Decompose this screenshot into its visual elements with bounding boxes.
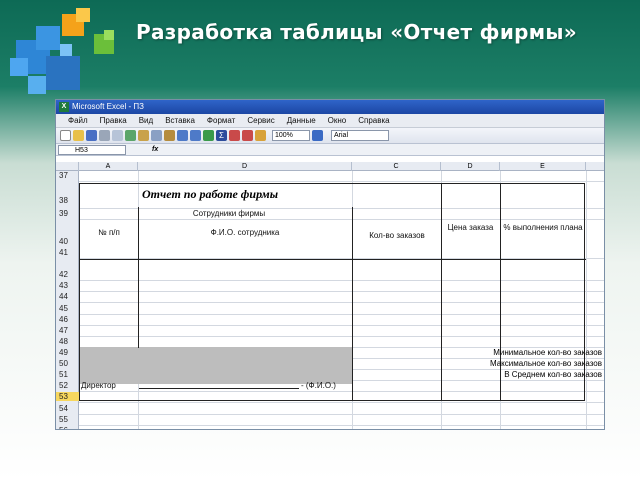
director-label: Директор	[81, 381, 116, 390]
menu-window[interactable]: Окно	[322, 114, 353, 127]
signature-label: - (Ф.И.О.)	[301, 381, 336, 390]
menu-file[interactable]: Файл	[62, 114, 94, 127]
col-header-a[interactable]: A	[79, 162, 138, 171]
row-header-45[interactable]: 45	[59, 304, 68, 313]
row-header-40[interactable]: 40	[59, 237, 68, 246]
menu-format[interactable]: Формат	[201, 114, 241, 127]
row-header-49[interactable]: 49	[59, 348, 68, 357]
help-icon[interactable]	[312, 130, 323, 141]
undo-icon[interactable]	[177, 130, 188, 141]
row-header-54[interactable]: 54	[59, 404, 68, 413]
menu-bar: Файл Правка Вид Вставка Формат Сервис Да…	[56, 114, 604, 128]
menu-edit[interactable]: Правка	[94, 114, 133, 127]
row-header-43[interactable]: 43	[59, 281, 68, 290]
row-header-48[interactable]: 48	[59, 337, 68, 346]
col-header-c[interactable]: C	[352, 162, 441, 171]
new-icon[interactable]	[60, 130, 71, 141]
row-header-42[interactable]: 42	[59, 270, 68, 279]
menu-help[interactable]: Справка	[352, 114, 395, 127]
chart-icon[interactable]	[255, 130, 266, 141]
standard-toolbar: Σ 100% Arial	[56, 128, 604, 144]
open-icon[interactable]	[73, 130, 84, 141]
save-icon[interactable]	[86, 130, 97, 141]
summary-min: Минимальное кол-во заказов	[493, 348, 602, 357]
row-header-39[interactable]: 39	[59, 209, 68, 218]
col-header-d2[interactable]: D	[441, 162, 500, 171]
row-header-44[interactable]: 44	[59, 292, 68, 301]
summary-max: Максимальное кол-во заказов	[489, 359, 602, 368]
row-header-52[interactable]: 52	[59, 381, 68, 390]
cut-icon[interactable]	[138, 130, 149, 141]
select-all-corner[interactable]	[56, 162, 79, 171]
cube-logo-icon	[10, 8, 114, 94]
sort-asc-icon[interactable]	[229, 130, 240, 141]
fx-icon[interactable]: fx	[152, 146, 158, 153]
header-price: Цена заказа	[447, 223, 494, 232]
formula-bar: H53 fx	[56, 144, 604, 156]
excel-icon: X	[59, 102, 69, 112]
signature-line	[139, 388, 299, 389]
col-header-d1[interactable]: D	[138, 162, 352, 171]
row-headers: 37 38 39 40 41 42 43 44 45 46 47 48 49 5…	[56, 171, 79, 429]
col-header-e[interactable]: E	[500, 162, 586, 171]
row-header-46[interactable]: 46	[59, 315, 68, 324]
row-header-38[interactable]: 38	[59, 196, 68, 205]
window-titlebar: X Microsoft Excel - ПЗ	[56, 100, 604, 114]
subtitle-cell: Сотрудники фирмы	[192, 209, 266, 218]
row-header-50[interactable]: 50	[59, 359, 68, 368]
preview-icon[interactable]	[112, 130, 123, 141]
sort-desc-icon[interactable]	[242, 130, 253, 141]
redo-icon[interactable]	[190, 130, 201, 141]
slide-title: Разработка таблицы «Отчет фирмы»	[136, 20, 577, 44]
zoom-select[interactable]: 100%	[272, 130, 310, 141]
hyperlink-icon[interactable]	[203, 130, 214, 141]
header-plan: % выполнения плана	[503, 223, 583, 232]
name-box[interactable]: H53	[58, 144, 126, 155]
sheet-grid[interactable]: Отчет по работе фирмы Сотрудники фирмы №…	[79, 171, 604, 429]
row-header-56[interactable]: 56	[59, 426, 68, 429]
menu-tools[interactable]: Сервис	[241, 114, 280, 127]
row-header-55[interactable]: 55	[59, 415, 68, 424]
spell-icon[interactable]	[125, 130, 136, 141]
summary-avg: В Среднем кол-во заказов	[504, 370, 602, 379]
excel-window: X Microsoft Excel - ПЗ Файл Правка Вид В…	[55, 99, 605, 430]
font-select[interactable]: Arial	[331, 130, 389, 141]
column-headers: A D C D E	[56, 162, 604, 171]
copy-icon[interactable]	[151, 130, 162, 141]
report-title: Отчет по работе фирмы	[142, 187, 279, 201]
row-header-41[interactable]: 41	[59, 248, 68, 257]
paste-icon[interactable]	[164, 130, 175, 141]
window-title: Microsoft Excel - ПЗ	[72, 102, 144, 111]
row-header-53[interactable]: 53	[56, 392, 79, 401]
row-header-51[interactable]: 51	[59, 370, 68, 379]
header-orders: Кол-во заказов	[369, 231, 425, 240]
report-table	[79, 183, 586, 401]
header-num: № п/п	[98, 228, 120, 237]
header-fio: Ф.И.О. сотрудника	[210, 228, 280, 237]
print-icon[interactable]	[99, 130, 110, 141]
autosum-icon[interactable]: Σ	[216, 130, 227, 141]
menu-view[interactable]: Вид	[133, 114, 159, 127]
menu-insert[interactable]: Вставка	[159, 114, 201, 127]
menu-data[interactable]: Данные	[281, 114, 322, 127]
row-header-37[interactable]: 37	[59, 171, 68, 180]
row-header-47[interactable]: 47	[59, 326, 68, 335]
